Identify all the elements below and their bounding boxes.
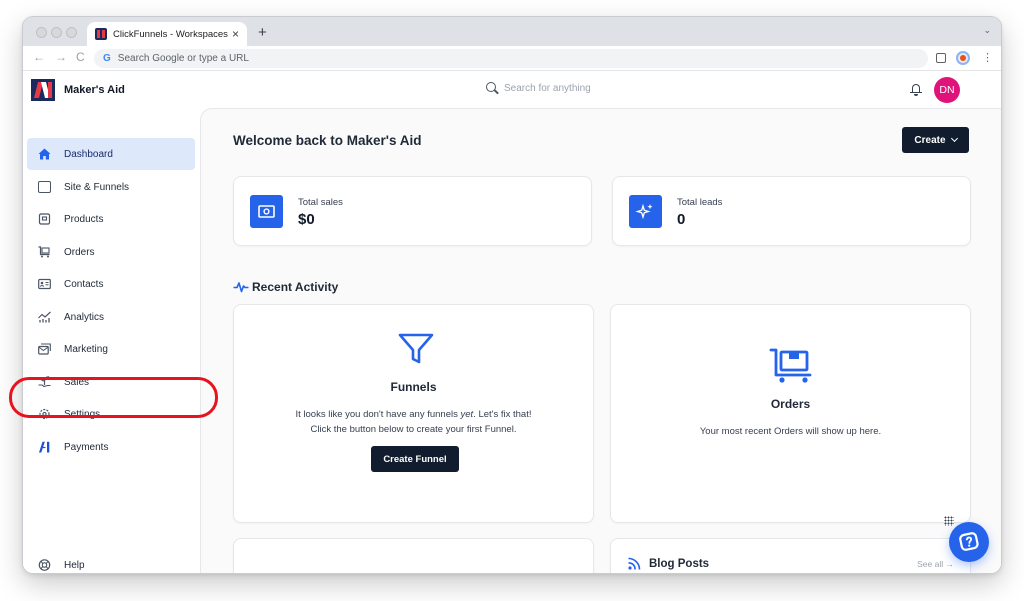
help-question-icon — [959, 532, 979, 551]
tab-title: ClickFunnels - Workspaces — [113, 28, 228, 40]
contact-card-icon — [38, 278, 51, 290]
total-leads-card: Total leads 0 — [612, 176, 971, 246]
sidebar-item-label: Site & Funnels — [64, 182, 130, 193]
sidebar-item-help[interactable]: Help — [27, 549, 195, 573]
tab-close-icon[interactable]: × — [232, 28, 239, 40]
analytics-chart-icon — [38, 311, 51, 323]
sidebar-item-label: Dashboard — [64, 149, 113, 160]
stat-label: Total sales — [298, 197, 343, 208]
sidebar-item-analytics[interactable]: Analytics — [27, 301, 195, 333]
browser-tab-strip: ClickFunnels - Workspaces × + ⌄ — [23, 17, 1001, 46]
window-minimize-dot[interactable] — [51, 27, 62, 38]
recent-activity-title: Recent Activity — [252, 280, 339, 294]
stat-label: Total leads — [677, 197, 723, 208]
mail-stack-icon — [38, 343, 51, 355]
activity-pulse-icon — [233, 282, 249, 293]
sidebar-item-dashboard[interactable]: Dashboard — [27, 138, 195, 170]
sidebar-item-label: Marketing — [64, 344, 108, 355]
drag-grip-icon[interactable] — [944, 516, 954, 526]
sidebar-item-label: Products — [64, 214, 104, 225]
sidebar-item-site-funnels[interactable]: Site & Funnels — [27, 171, 195, 203]
sidebar-item-label: Payments — [64, 442, 109, 453]
money-icon — [250, 195, 283, 228]
activity-card-empty — [233, 538, 594, 573]
create-button-label: Create — [914, 134, 946, 146]
see-all-link[interactable]: See all → — [917, 559, 954, 569]
stat-value: 0 — [677, 211, 686, 228]
window-zoom-dot[interactable] — [66, 27, 77, 38]
lifebuoy-icon — [38, 559, 51, 571]
funnels-description-line2: Click the button below to create your fi… — [310, 424, 517, 435]
create-button[interactable]: Create — [902, 127, 969, 153]
app-header: Maker's Aid Search for anything DN — [23, 72, 1001, 108]
sidebar-item-orders[interactable]: Orders — [27, 236, 195, 268]
sidebar-item-label: Contacts — [64, 279, 104, 290]
clickfunnels-logo-icon[interactable] — [31, 79, 55, 101]
sidebar-item-products[interactable]: Products — [27, 203, 195, 235]
search-icon — [485, 81, 499, 95]
sidebar-item-contacts[interactable]: Contacts — [27, 268, 195, 300]
orders-title: Orders — [770, 397, 811, 411]
reload-icon[interactable]: C — [76, 50, 85, 64]
rss-feed-icon — [628, 557, 641, 570]
address-bar[interactable]: G Search Google or type a URL — [94, 49, 928, 68]
sidebar-nav: Dashboard Site & Funnels Products Orders… — [23, 108, 200, 573]
notifications-bell-icon[interactable] — [910, 83, 922, 96]
funnel-icon — [398, 333, 434, 364]
blog-posts-title: Blog Posts — [649, 558, 710, 570]
dashboard-main: Welcome back to Maker's Aid Create Total… — [200, 108, 1001, 573]
google-g-icon: G — [103, 53, 111, 64]
total-sales-card: Total sales $0 — [233, 176, 592, 246]
browser-tab[interactable]: ClickFunnels - Workspaces × — [87, 22, 247, 46]
page-title: Welcome back to Maker's Aid — [233, 133, 422, 148]
home-icon — [38, 148, 51, 160]
sparkles-icon — [629, 195, 662, 228]
funnels-card: Funnels It looks like you don't have any… — [233, 304, 594, 523]
orders-description: Your most recent Orders will show up her… — [699, 426, 882, 437]
orders-card: Orders Your most recent Orders will show… — [610, 304, 971, 523]
funnels-title: Funnels — [390, 380, 437, 394]
funnels-description: It looks like you don't have any funnels… — [295, 409, 532, 420]
forward-arrow-icon[interactable]: → — [55, 50, 67, 64]
cart-icon — [38, 246, 50, 258]
address-bar-placeholder: Search Google or type a URL — [117, 53, 249, 64]
browser-menu-icon[interactable]: ⋮ — [982, 51, 993, 64]
support-chat-button[interactable] — [949, 522, 989, 562]
search-placeholder: Search for anything — [504, 82, 591, 94]
tab-search-chevron-icon[interactable]: ⌄ — [983, 25, 991, 36]
workspace-name[interactable]: Maker's Aid — [64, 84, 125, 96]
sidebar-item-label: Orders — [64, 247, 95, 258]
browser-window: ClickFunnels - Workspaces × + ⌄ ← → C G … — [23, 17, 1001, 573]
extension-icon[interactable] — [956, 51, 970, 65]
browser-toolbar: ← → C G Search Google or type a URL ⋮ — [23, 46, 1001, 71]
chevron-down-icon — [950, 134, 958, 143]
create-funnel-button[interactable]: Create Funnel — [371, 446, 459, 472]
sidebar-item-marketing[interactable]: Marketing — [27, 333, 195, 365]
payments-logo-icon — [39, 441, 50, 453]
stat-value: $0 — [298, 211, 315, 228]
back-arrow-icon[interactable]: ← — [33, 50, 45, 64]
orders-cart-icon — [769, 348, 812, 383]
recent-activity-heading: Recent Activity — [233, 280, 338, 294]
blog-posts-card: Blog Posts See all → — [610, 538, 971, 573]
global-search[interactable]: Search for anything — [485, 81, 591, 95]
package-icon — [38, 213, 51, 225]
clickfunnels-favicon-icon — [95, 28, 107, 40]
user-avatar[interactable]: DN — [934, 77, 960, 103]
new-tab-icon[interactable]: + — [258, 24, 267, 41]
sidebar-item-label: Help — [64, 560, 85, 571]
sidebar-item-payments[interactable]: Payments — [27, 431, 195, 463]
side-panel-icon[interactable] — [936, 53, 946, 63]
window-close-dot[interactable] — [36, 27, 47, 38]
browser-window-icon — [38, 181, 51, 193]
clickfunnels-app: Maker's Aid Search for anything DN Dashb… — [23, 72, 1001, 573]
sidebar-item-label: Analytics — [64, 312, 105, 323]
settings-highlight-annotation — [9, 377, 218, 418]
